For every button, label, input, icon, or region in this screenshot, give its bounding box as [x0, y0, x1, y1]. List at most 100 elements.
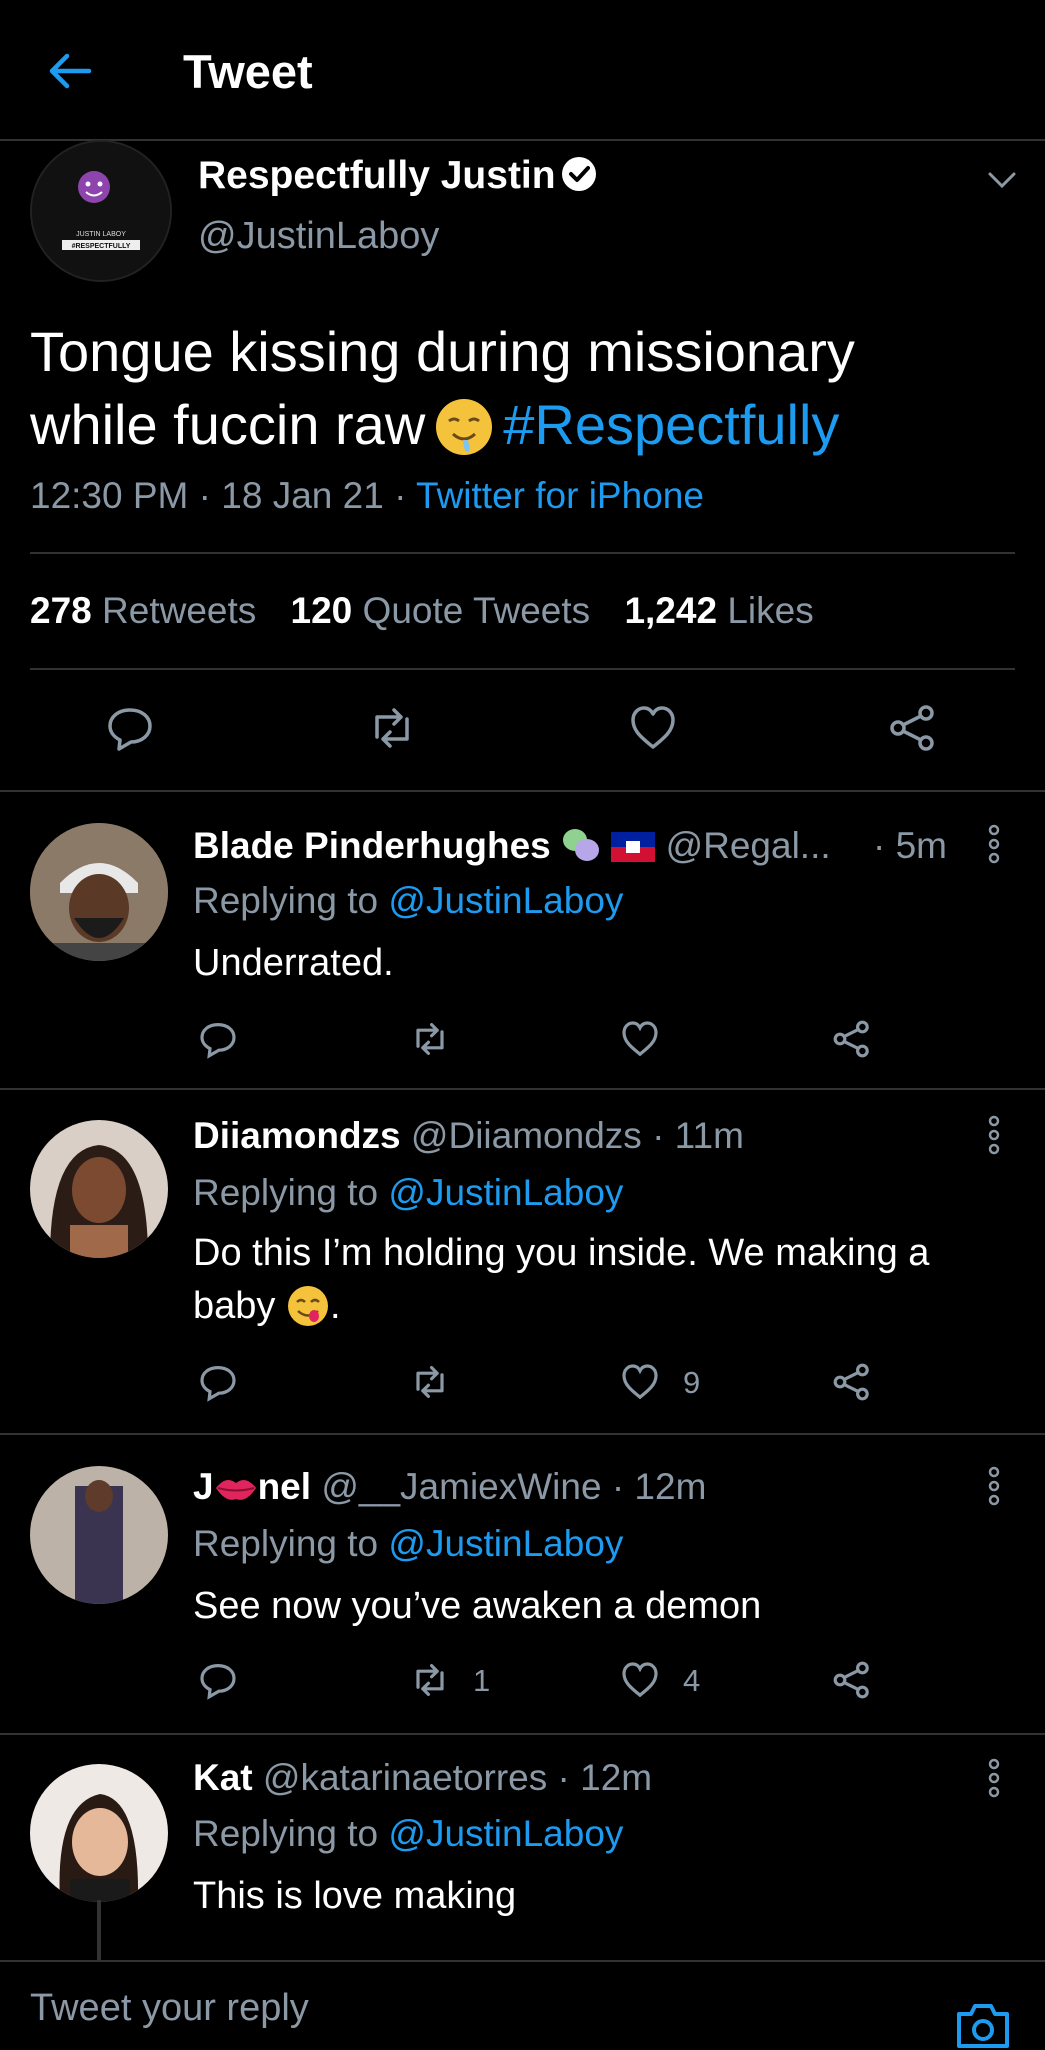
tweet-stats: 278 Retweets 120 Quote Tweets 1,242 Like… [30, 590, 814, 632]
tweet-time: 12:30 PM [30, 475, 189, 516]
more-options-icon[interactable] [983, 1464, 1005, 1508]
replying-to-prefix: Replying to [193, 1813, 379, 1854]
chevron-down-icon[interactable] [985, 163, 1019, 197]
reply-header: Diiamondzs @Diiamondzs · 11m [193, 1115, 744, 1157]
replying-to-link[interactable]: @JustinLaboy [388, 1172, 623, 1213]
replying-to-prefix: Replying to [193, 880, 379, 921]
reply-header: Jnel @__JamiexWine · 12m [193, 1466, 706, 1508]
reply-text-line2-words: baby [193, 1285, 276, 1327]
reply-time: · 12m [611, 1466, 707, 1507]
author-name[interactable]: Respectfully Justin [198, 154, 556, 198]
more-options-icon[interactable] [983, 1113, 1005, 1157]
replying-to: Replying to @JustinLaboy [193, 1813, 623, 1855]
more-options-icon[interactable] [983, 1756, 1005, 1800]
replying-to-prefix: Replying to [193, 1523, 379, 1564]
back-arrow-icon[interactable] [45, 46, 95, 96]
reply-text-period: . [329, 1285, 341, 1327]
quotes-label: Quote Tweets [362, 590, 591, 631]
replying-to-link[interactable]: @JustinLaboy [388, 1813, 623, 1854]
tweet-source-link[interactable]: Twitter for iPhone [416, 475, 704, 516]
reply-icon[interactable] [198, 1362, 238, 1402]
camera-icon[interactable] [955, 2000, 1011, 2048]
verified-badge-icon [562, 157, 596, 191]
lips-emoji-icon [215, 1479, 256, 1500]
reply-time: · 11m [652, 1115, 744, 1156]
reply-time: · 5m [873, 825, 947, 866]
retweet-count: 1 [473, 1663, 491, 1698]
reply-text-line2: baby . [193, 1280, 1003, 1333]
reply-composer[interactable]: Tweet your reply [0, 1960, 1045, 2050]
retweets-stat[interactable]: 278 Retweets [30, 590, 256, 631]
share-icon[interactable] [832, 1660, 872, 1700]
replying-to: Replying to @JustinLaboy [193, 1172, 623, 1214]
like-count: 9 [683, 1365, 701, 1400]
thread-connector [97, 1900, 101, 1962]
like-heart-icon[interactable] [620, 1019, 660, 1059]
like-heart-icon[interactable] [620, 1660, 660, 1700]
reply-header: Blade Pinderhughes @Regal... · 5m [193, 825, 947, 867]
reply-author-handle[interactable]: @Regal... [666, 825, 831, 866]
svg-text:JUSTIN LABOY: JUSTIN LABOY [76, 231, 126, 238]
reply-header: Kat @katarinaetorres · 12m [193, 1757, 652, 1799]
reply-avatar[interactable] [30, 823, 168, 961]
likes-count: 1,242 [624, 590, 718, 631]
svg-text:#RESPECTFULLY: #RESPECTFULLY [72, 243, 131, 250]
divider [0, 790, 1045, 792]
hashtag-link[interactable]: #Respectfully [503, 393, 839, 456]
likes-label: Likes [727, 590, 814, 631]
reply-text: Do this I’m holding you inside. We makin… [193, 1227, 1003, 1333]
divider [0, 1733, 1045, 1735]
replying-to-link[interactable]: @JustinLaboy [388, 880, 623, 921]
reply-text: This is love making [193, 1875, 517, 1917]
replying-to-link[interactable]: @JustinLaboy [388, 1523, 623, 1564]
reply-avatar[interactable] [30, 1120, 168, 1258]
reply-author-handle[interactable]: @Diiamondzs [411, 1115, 642, 1156]
yum-face-emoji-icon [287, 1286, 328, 1326]
reply-text: See now you’ve awaken a demon [193, 1585, 762, 1627]
reply-author-name[interactable]: Blade Pinderhughes [193, 825, 551, 866]
reply-author-name-start[interactable]: J [193, 1466, 214, 1507]
retweet-icon[interactable] [367, 703, 417, 753]
retweets-label: Retweets [102, 590, 257, 631]
likes-stat[interactable]: 1,242 Likes [624, 590, 813, 631]
share-icon[interactable] [888, 703, 938, 753]
reply-avatar[interactable] [30, 1764, 168, 1902]
tweet-text-line2: while fuccin raw #Respectfully [30, 388, 1020, 461]
reply-author-handle[interactable]: @__JamiexWine [321, 1466, 601, 1507]
divider [30, 552, 1015, 554]
share-icon[interactable] [832, 1362, 872, 1402]
quotes-count: 120 [290, 590, 353, 631]
reply-icon[interactable] [105, 703, 155, 753]
top-bar: Tweet [0, 0, 1045, 141]
share-icon[interactable] [832, 1019, 872, 1059]
reply-text-line1: Do this I’m holding you inside. We makin… [193, 1232, 930, 1274]
reply-input-placeholder[interactable]: Tweet your reply [30, 1987, 309, 2030]
retweet-icon[interactable] [410, 1660, 450, 1700]
reply-author-name-end[interactable]: nel [258, 1466, 311, 1507]
like-heart-icon[interactable] [620, 1362, 660, 1402]
meta-separator-1: · [198, 475, 222, 516]
author-avatar[interactable]: JUSTIN LABOY #RESPECTFULLY [30, 140, 172, 282]
divider [0, 1433, 1045, 1435]
replying-to: Replying to @JustinLaboy [193, 1523, 623, 1565]
reply-author-name[interactable]: Kat [193, 1757, 253, 1798]
theater-masks-emoji-icon [561, 828, 601, 862]
quotes-stat[interactable]: 120 Quote Tweets [291, 590, 591, 631]
haiti-flag-icon [611, 829, 656, 862]
drooling-face-emoji-icon [436, 399, 493, 455]
retweet-icon[interactable] [410, 1019, 450, 1059]
more-options-icon[interactable] [983, 822, 1005, 866]
retweet-icon[interactable] [410, 1362, 450, 1402]
reply-author-handle[interactable]: @katarinaetorres [263, 1757, 547, 1798]
replying-to-prefix: Replying to [193, 1172, 379, 1213]
reply-author-name[interactable]: Diiamondzs [193, 1115, 401, 1156]
reply-icon[interactable] [198, 1660, 238, 1700]
meta-separator-2: · [394, 475, 417, 516]
reply-avatar[interactable] [30, 1466, 168, 1604]
reply-icon[interactable] [198, 1019, 238, 1059]
reply-text: Underrated. [193, 942, 394, 984]
tweet-text-line1: Tongue kissing during missionary [30, 320, 855, 383]
author-handle[interactable]: @JustinLaboy [198, 215, 439, 258]
reply-time: · 12m [557, 1757, 653, 1798]
like-heart-icon[interactable] [628, 703, 678, 753]
